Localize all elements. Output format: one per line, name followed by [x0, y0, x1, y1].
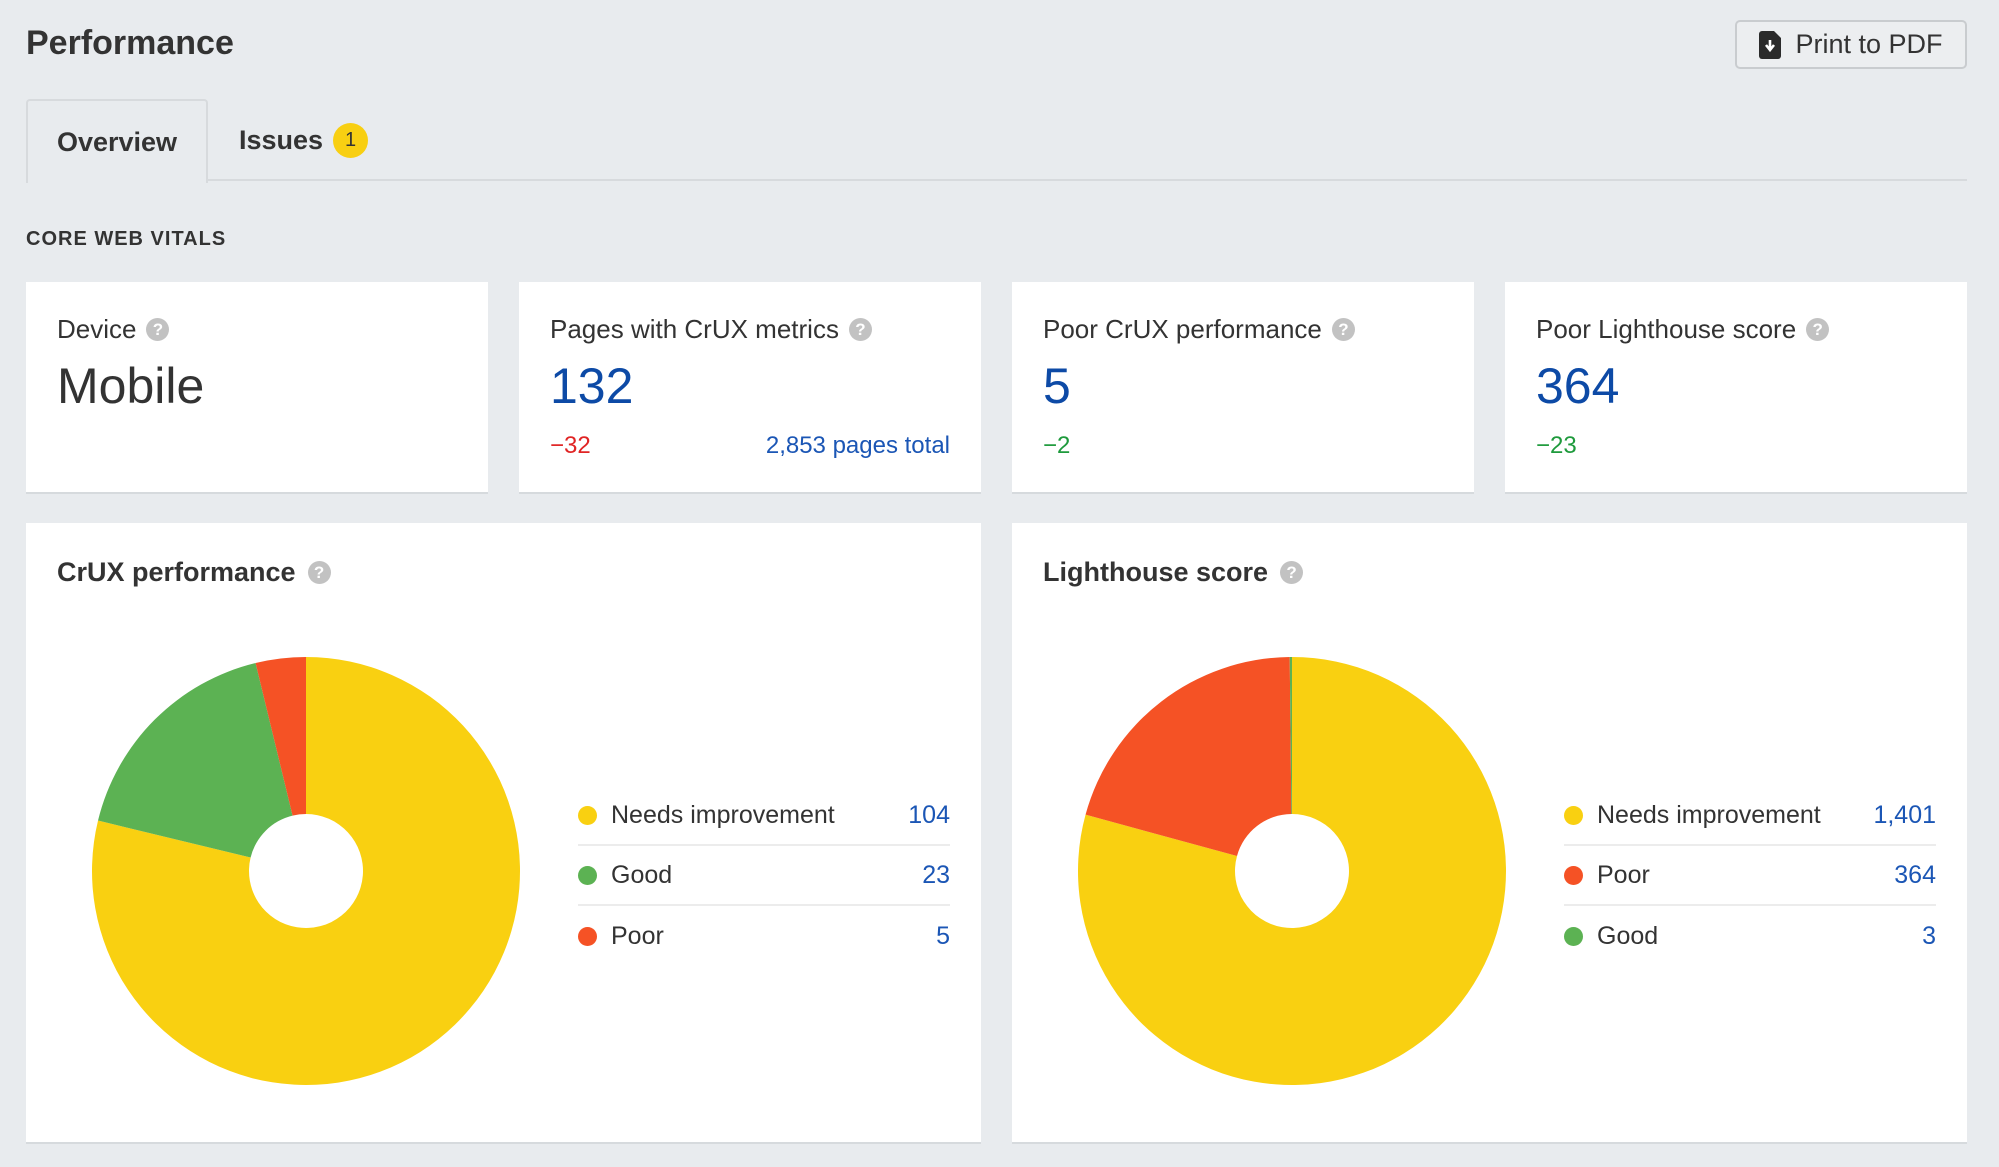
print-to-pdf-button[interactable]: Print to PDF: [1735, 20, 1967, 69]
legend-dot-icon: [1564, 805, 1583, 825]
legend-value[interactable]: 364: [1894, 861, 1936, 890]
chart-title: Lighthouse score: [1043, 557, 1269, 587]
legend-label: Poor: [1597, 860, 1650, 889]
legend-label: Good: [611, 860, 673, 889]
help-icon[interactable]: ?: [1806, 318, 1830, 341]
legend-value[interactable]: 5: [936, 922, 950, 951]
stat-label: Poor Lighthouse score: [1536, 314, 1797, 344]
help-icon[interactable]: ?: [146, 318, 170, 341]
legend-item: Needs improvement 1,401: [1564, 786, 1936, 846]
file-download-icon: [1759, 30, 1782, 59]
page-title: Performance: [26, 24, 234, 62]
section-heading: CORE WEB VITALS: [26, 228, 227, 250]
chart-legend: Needs improvement 1,401 Poor 364 Good 3: [1564, 786, 1936, 966]
help-icon[interactable]: ?: [1280, 561, 1304, 584]
stat-card-pages-with-crux: Pages with CrUX metrics? 132 −32 2,853 p…: [519, 282, 981, 492]
stat-card-device: Device? Mobile: [26, 282, 488, 492]
stat-value[interactable]: 132: [550, 359, 950, 414]
legend-value[interactable]: 104: [908, 801, 950, 830]
legend-item: Good 23: [578, 846, 950, 906]
tab-overview-label: Overview: [56, 126, 178, 157]
chart-title: CrUX performance: [57, 557, 296, 587]
help-icon[interactable]: ?: [848, 318, 872, 341]
stat-delta: −23: [1536, 432, 1577, 459]
legend-item: Good 3: [1564, 906, 1936, 966]
lighthouse-donut-chart: [1078, 657, 1506, 1085]
stat-label: Poor CrUX performance: [1043, 314, 1322, 344]
stat-card-poor-crux: Poor CrUX performance? 5 −2: [1012, 282, 1474, 492]
legend-value[interactable]: 1,401: [1873, 801, 1936, 830]
chart-legend: Needs improvement 104 Good 23 Poor 5: [578, 786, 950, 966]
legend-dot-icon: [578, 926, 597, 946]
tab-issues-label: Issues: [239, 124, 324, 155]
lighthouse-score-card: Lighthouse score? Needs improvement 1,401…: [1012, 523, 1967, 1142]
legend-label: Good: [1597, 921, 1659, 950]
legend-label: Poor: [611, 921, 664, 950]
legend-dot-icon: [1564, 865, 1583, 885]
legend-value[interactable]: 3: [1922, 922, 1936, 951]
legend-item: Needs improvement 104: [578, 786, 950, 846]
tab-issues[interactable]: Issues 1: [239, 99, 369, 181]
legend-value[interactable]: 23: [922, 861, 950, 890]
pages-total-link[interactable]: 2,853 pages total: [766, 432, 950, 460]
legend-dot-icon: [1564, 926, 1583, 946]
legend-dot-icon: [578, 805, 597, 825]
stat-value: Mobile: [57, 358, 205, 414]
stat-card-poor-lighthouse: Poor Lighthouse score? 364 −23: [1505, 282, 1967, 492]
help-icon[interactable]: ?: [307, 561, 331, 584]
crux-performance-card: CrUX performance? Needs improvement 104 Go…: [26, 523, 981, 1142]
legend-label: Needs improvement: [611, 800, 835, 829]
stat-label: Device: [57, 314, 137, 344]
legend-item: Poor 5: [578, 906, 950, 966]
tab-overview[interactable]: Overview: [26, 99, 208, 183]
tabs-divider: [26, 179, 1967, 181]
help-icon[interactable]: ?: [1331, 318, 1355, 341]
legend-dot-icon: [578, 865, 597, 885]
stat-delta: −2: [1043, 432, 1071, 459]
stat-delta: −32: [550, 432, 591, 459]
crux-donut-chart: [92, 657, 521, 1085]
print-to-pdf-label: Print to PDF: [1795, 29, 1943, 59]
stat-value[interactable]: 364: [1536, 359, 1936, 414]
legend-item: Poor 364: [1564, 846, 1936, 906]
stat-value[interactable]: 5: [1043, 359, 1443, 414]
stat-label: Pages with CrUX metrics: [550, 314, 839, 344]
issues-count-badge: 1: [333, 122, 369, 158]
legend-label: Needs improvement: [1597, 800, 1821, 829]
